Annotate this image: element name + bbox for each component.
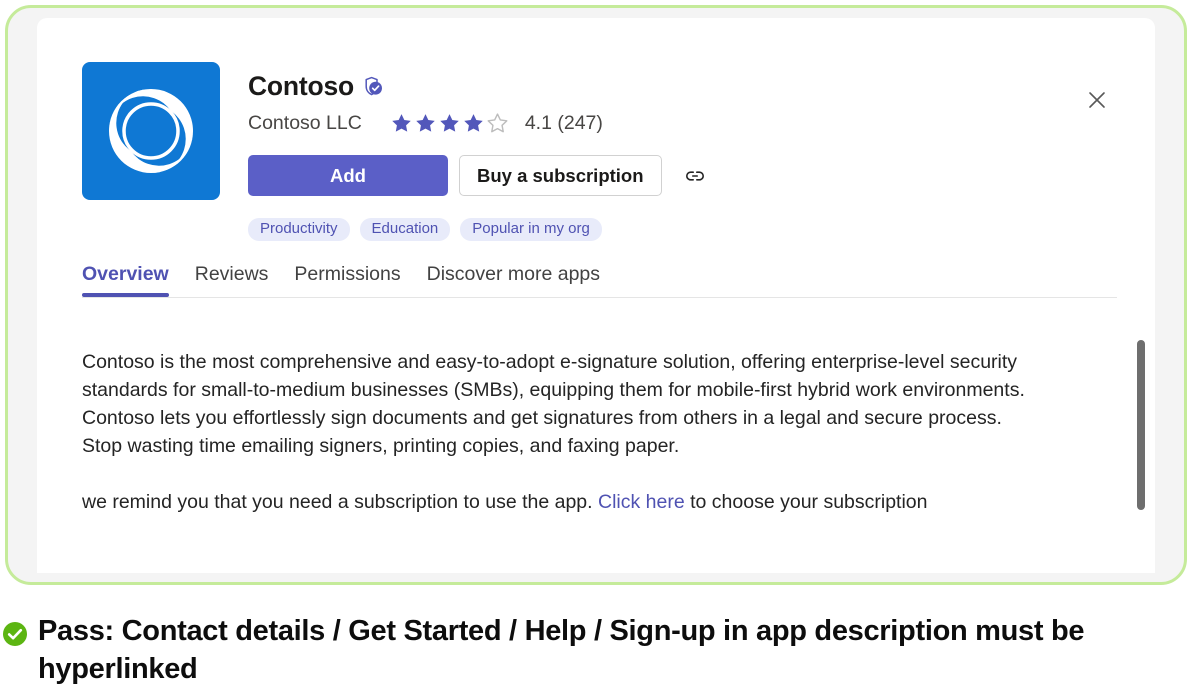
tab-reviews[interactable]: Reviews: [195, 263, 269, 297]
app-actions: Add Buy a subscription: [248, 155, 710, 197]
validation-caption-text: Pass: Contact details / Get Started / He…: [38, 615, 1085, 685]
app-detail-dialog: Contoso Contoso LLC 4.1 (247) Add Buy a …: [37, 18, 1155, 573]
page-title: Contoso: [248, 71, 355, 101]
validation-caption: Pass: Contact details / Get Started / He…: [2, 612, 1192, 688]
contoso-app-icon: [82, 62, 220, 200]
app-header: Contoso Contoso LLC 4.1 (247) Add Buy a …: [82, 62, 710, 242]
publisher-row: Contoso LLC 4.1 (247): [248, 112, 710, 135]
verified-shield-icon: [363, 76, 383, 97]
star-filled-icon: [440, 114, 459, 132]
tab-discover-more-apps[interactable]: Discover more apps: [427, 263, 600, 297]
star-empty-icon: [487, 113, 508, 133]
subscription-notice: we remind you that you need a subscripti…: [82, 488, 1042, 516]
tag-chip[interactable]: Productivity: [248, 218, 350, 242]
subscription-notice-suffix: to choose your subscription: [684, 491, 928, 513]
scrollbar-thumb[interactable]: [1137, 340, 1145, 510]
publisher-name: Contoso LLC: [248, 111, 362, 134]
buy-subscription-button[interactable]: Buy a subscription: [459, 155, 662, 197]
add-button[interactable]: Add: [248, 155, 448, 197]
tag-chip[interactable]: Popular in my org: [460, 218, 602, 242]
app-description: Contoso is the most comprehensive and ea…: [82, 348, 1042, 516]
tabs-divider: [82, 297, 1117, 298]
close-icon[interactable]: [1081, 84, 1113, 116]
scrollbar[interactable]: [1137, 300, 1145, 530]
app-tags: Productivity Education Popular in my org: [248, 218, 710, 242]
tab-permissions[interactable]: Permissions: [294, 263, 400, 297]
description-paragraph: Contoso is the most comprehensive and ea…: [82, 351, 1025, 457]
tag-chip[interactable]: Education: [359, 218, 451, 242]
app-tabs: Overview Reviews Permissions Discover mo…: [82, 263, 1117, 298]
rating-stars: [390, 112, 509, 135]
tab-list: Overview Reviews Permissions Discover mo…: [82, 263, 1117, 297]
app-header-text: Contoso Contoso LLC 4.1 (247) Add Buy a …: [248, 62, 710, 242]
screenshot-root: Contoso Contoso LLC 4.1 (247) Add Buy a …: [0, 0, 1200, 698]
link-icon[interactable]: [680, 161, 710, 191]
star-filled-icon: [464, 114, 483, 132]
rating-value: 4.1 (247): [524, 111, 603, 134]
check-circle-icon: [2, 621, 28, 647]
app-title-row: Contoso: [248, 71, 710, 101]
subscription-notice-prefix: we remind you that you need a subscripti…: [82, 491, 598, 513]
star-filled-icon: [392, 114, 411, 132]
tab-overview[interactable]: Overview: [82, 263, 169, 297]
click-here-link[interactable]: Click here: [598, 491, 685, 513]
star-filled-icon: [416, 114, 435, 132]
